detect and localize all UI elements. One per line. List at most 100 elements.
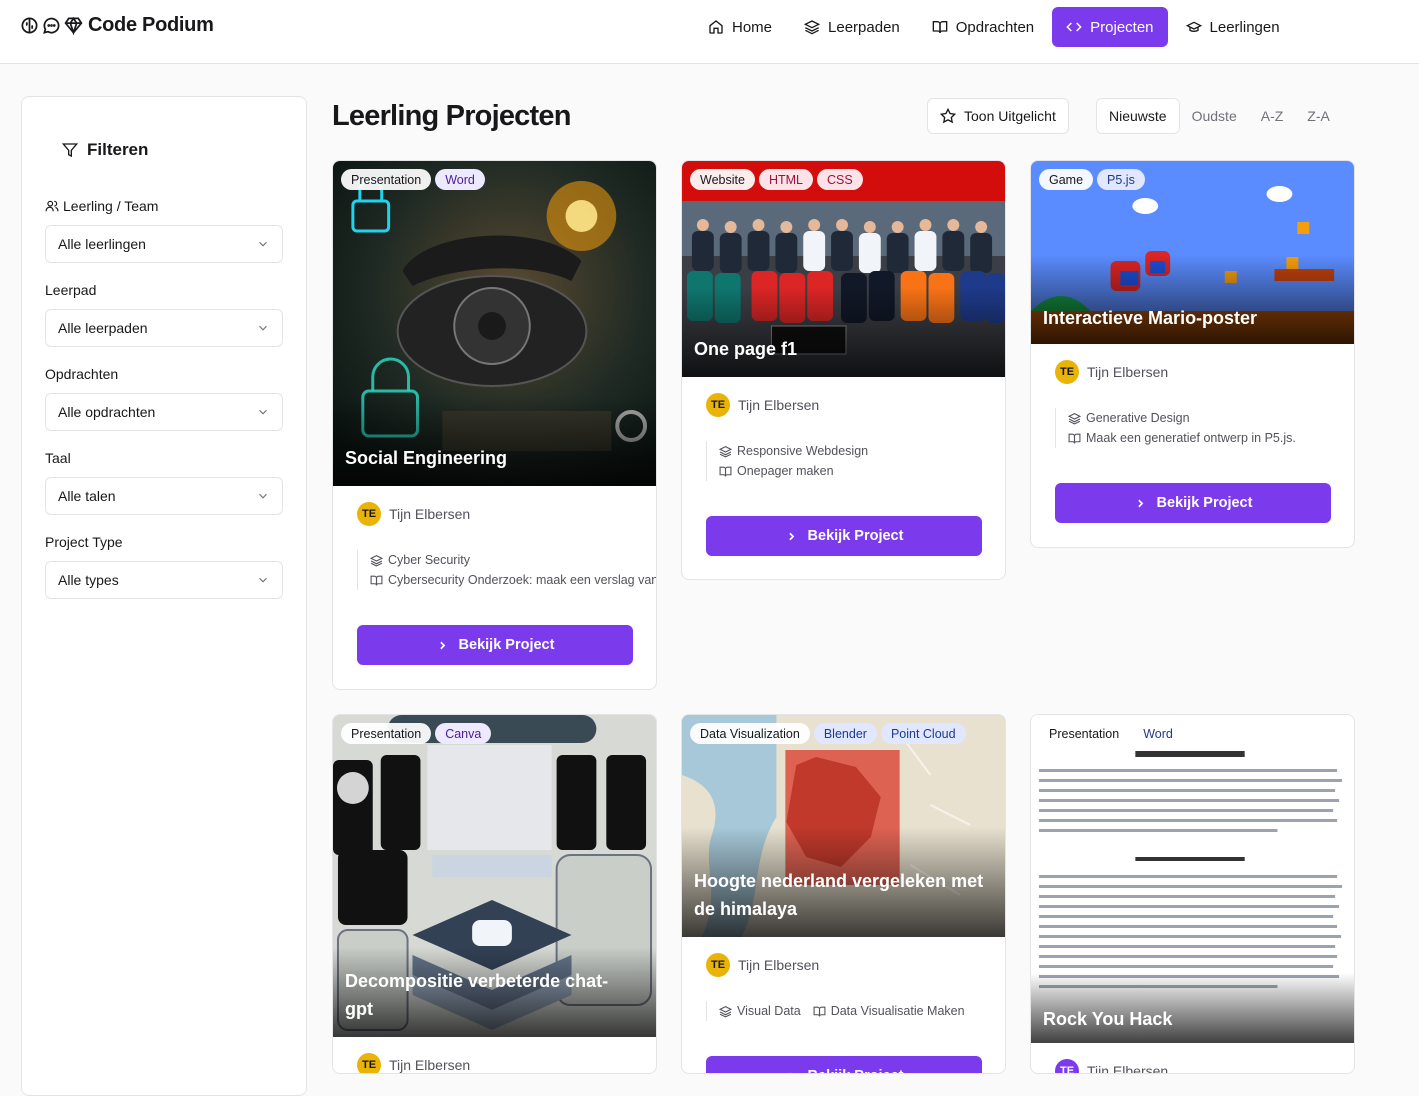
project-author: TE Tijn Elbersen [706, 953, 819, 977]
project-thumbnail[interactable]: Website HTML CSS One page f1 [682, 161, 1005, 377]
nav-opdrachten-label: Opdrachten [955, 18, 1035, 36]
meta-path: Cyber Security [388, 553, 470, 567]
filter-project-type-select[interactable]: Alle types [45, 561, 283, 599]
meta-path-row: Visual Data [719, 1001, 801, 1021]
code-icon [1066, 22, 1082, 32]
nav-home-label: Home [732, 18, 773, 36]
view-project-label: Bekijk Project [807, 528, 904, 544]
nav-leerlingen[interactable]: Leerlingen [1172, 7, 1294, 47]
filter-leerpad-select[interactable]: Alle leerpaden [45, 309, 283, 347]
project-meta: Visual Data Data Visualisatie Maken [706, 1001, 1005, 1021]
chevron-down-icon [259, 493, 267, 499]
project-author: TE Tijn Elbersen [706, 393, 819, 417]
meta-assignment: Onepager maken [737, 464, 834, 478]
tag-presentation: Presentation [341, 169, 432, 190]
project-author: TE Tijn Elbersen [1055, 1059, 1169, 1074]
book-icon [813, 1006, 826, 1016]
message-circle-icon [43, 17, 60, 34]
chevron-down-icon [259, 325, 267, 331]
nav-leerlingen-label: Leerlingen [1209, 18, 1280, 36]
nav-opdrachten[interactable]: Opdrachten [918, 7, 1048, 47]
view-project-button[interactable]: Bekijk Project [706, 1056, 982, 1073]
meta-assignment-row: Maak een generatief ontwerp in P5.js. [1068, 428, 1354, 448]
meta-path-row: Generative Design [1068, 408, 1354, 428]
filter-opdrachten-value: Alle opdrachten [58, 404, 156, 420]
tag-p5js: P5.js [1097, 169, 1145, 190]
top-navigation-bar: Code Podium Home Leerpaden Opdrachten Pr… [0, 0, 1419, 64]
project-thumbnail[interactable]: Presentation Canva Decompositie verbeter… [333, 715, 656, 1037]
thumbnail-shade [333, 396, 656, 486]
view-project-label: Bekijk Project [458, 637, 555, 653]
filter-leerling-select[interactable]: Alle leerlingen [45, 225, 283, 263]
tag-list: Data Visualization Blender Point Cloud [690, 723, 966, 744]
view-project-button[interactable]: Bekijk Project [1055, 483, 1331, 523]
filter-taal-select[interactable]: Alle talen [45, 477, 283, 515]
nav-home[interactable]: Home [694, 7, 786, 47]
author-name: Tijn Elbersen [389, 506, 471, 522]
author-name: Tijn Elbersen [389, 1057, 471, 1073]
tag-list: Presentation Canva [341, 723, 492, 744]
brand-logo[interactable]: Code Podium [20, 14, 214, 37]
sort-a-z[interactable]: A-Z [1249, 98, 1296, 134]
book-icon [719, 466, 732, 476]
avatar: TE [1055, 360, 1079, 384]
meta-assignment-row: Onepager maken [719, 461, 1005, 481]
chevron-right-icon [1137, 499, 1143, 507]
avatar: TE [706, 393, 730, 417]
project-card: Website HTML CSS One page f1 TE Tijn Elb… [681, 160, 1006, 580]
sort-tabs: Nieuwste Oudste A-Z Z-A [1096, 98, 1342, 134]
project-thumbnail[interactable]: Game P5.js Interactieve Mario-poster [1031, 161, 1354, 344]
chevron-right-icon [439, 641, 445, 649]
layers-icon [370, 554, 383, 567]
meta-assignment-row: Data Visualisatie Maken [813, 1001, 965, 1021]
tag-presentation: Presentation [341, 723, 432, 744]
book-icon [932, 21, 948, 34]
avatar: TE [706, 953, 730, 977]
filter-leerling-label: Leerling / Team [63, 198, 159, 214]
view-project-button[interactable]: Bekijk Project [706, 516, 982, 556]
avatar: TE [1055, 1059, 1079, 1073]
project-title: Interactieve Mario-poster [1043, 308, 1258, 328]
project-card: Data Visualization Blender Point Cloud H… [681, 714, 1006, 1074]
filter-leerpad: Leerpad Alle leerpaden [45, 281, 283, 347]
sort-z-a[interactable]: Z-A [1295, 98, 1342, 134]
avatar: TE [357, 502, 381, 526]
author-name: Tijn Elbersen [1087, 1063, 1169, 1074]
page-title: Leerling Projecten [332, 100, 571, 132]
meta-assignment: Cybersecurity Onderzoek: maak een versla… [388, 573, 657, 587]
view-project-label: Bekijk Project [808, 1068, 904, 1073]
nav-projecten[interactable]: Projecten [1052, 7, 1168, 47]
brand-name: Code Podium [88, 14, 214, 36]
author-name: Tijn Elbersen [738, 397, 820, 413]
tag-list: Presentation Word [1039, 723, 1183, 744]
project-meta: Generative Design Maak een generatief on… [1055, 408, 1354, 448]
author-name: Tijn Elbersen [738, 957, 820, 973]
tag-game: Game [1039, 169, 1094, 190]
filter-leerling: Leerling / Team Alle leerlingen [45, 197, 283, 263]
meta-path: Visual Data [737, 1004, 801, 1018]
filter-taal-value: Alle talen [58, 488, 116, 504]
nav-leerpaden[interactable]: Leerpaden [790, 7, 914, 47]
project-title: Social Engineering [345, 448, 508, 468]
star-icon [940, 108, 956, 124]
sort-newest[interactable]: Nieuwste [1096, 98, 1180, 134]
show-featured-button[interactable]: Toon Uitgelicht [927, 98, 1069, 134]
filter-leerpad-value: Alle leerpaden [58, 320, 148, 336]
project-thumbnail[interactable]: Presentation Word Rock You Hack [1031, 715, 1354, 1043]
brain-icon [21, 17, 38, 34]
view-project-button[interactable]: Bekijk Project [357, 625, 633, 665]
filter-opdrachten-select[interactable]: Alle opdrachten [45, 393, 283, 431]
chevron-right-icon [789, 1072, 791, 1073]
tag-point-cloud: Point Cloud [880, 723, 966, 744]
project-thumbnail[interactable]: Presentation Word Social Engineering [333, 161, 656, 486]
graduation-cap-icon [1185, 21, 1202, 32]
project-title: One page f1 [694, 339, 798, 359]
meta-assignment: Data Visualisatie Maken [830, 1004, 965, 1018]
project-thumbnail[interactable]: Data Visualization Blender Point Cloud H… [682, 715, 1005, 937]
gem-icon [64, 16, 83, 35]
tag-website: Website [690, 169, 755, 190]
filter-opdrachten-label: Opdrachten [45, 366, 119, 382]
filter-taal: Taal Alle talen [45, 449, 283, 515]
sort-oldest[interactable]: Oudste [1180, 98, 1249, 134]
tag-data-visualization: Data Visualization [690, 723, 810, 744]
